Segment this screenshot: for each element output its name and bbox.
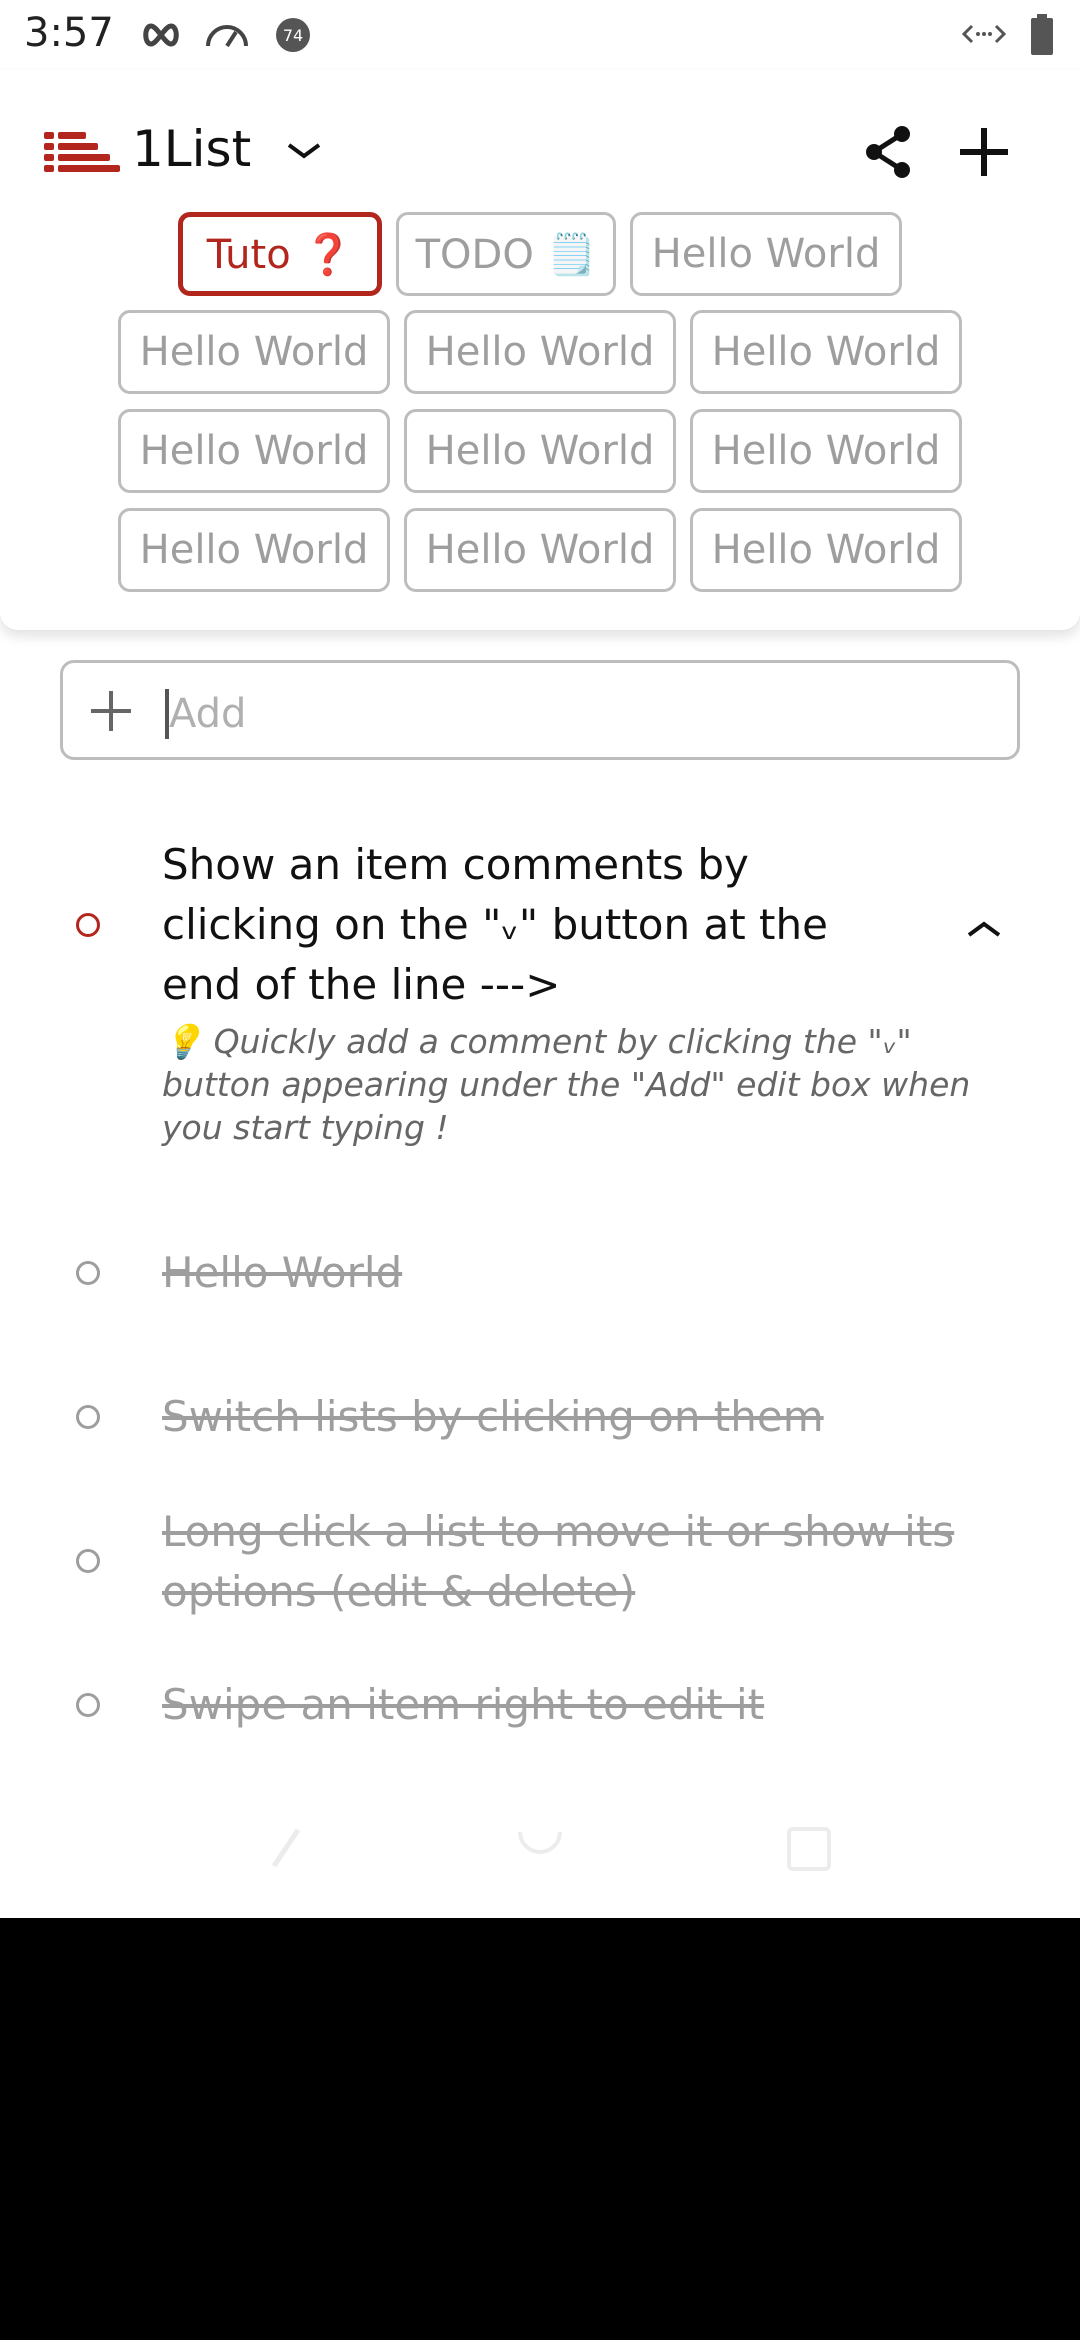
app-screen: 3:57 74 1List Tuto ❓ TODO 🗒️ Hello World…: [0, 0, 1080, 1918]
item-text[interactable]: Hello World: [162, 1243, 402, 1303]
list-tab-label: Hello World: [711, 428, 941, 474]
list-tab-todo[interactable]: TODO 🗒️: [396, 212, 616, 296]
item-checkbox[interactable]: [76, 1261, 100, 1285]
chevron-up-icon[interactable]: [966, 918, 1002, 940]
list-lines-icon: [44, 132, 120, 172]
item-checkbox[interactable]: [76, 1405, 100, 1429]
item-checkbox[interactable]: [76, 1693, 100, 1717]
list-tab-hello-world[interactable]: Hello World: [404, 508, 676, 592]
list-tab-label: Hello World: [425, 527, 655, 573]
list-tab-label: Hello World: [711, 527, 941, 573]
list-tab-hello-world[interactable]: Hello World: [690, 508, 962, 592]
list-tab-label: Tuto ❓: [206, 231, 354, 278]
speedometer-icon: [206, 25, 248, 48]
add-list-plus-icon[interactable]: [958, 126, 1010, 178]
list-tab-label: Hello World: [711, 329, 941, 375]
lists-header: 1List Tuto ❓ TODO 🗒️ Hello World Hello W…: [0, 70, 1080, 630]
list-tab-label: Hello World: [139, 428, 369, 474]
add-item-box[interactable]: [60, 660, 1020, 760]
list-tab-hello-world[interactable]: Hello World: [630, 212, 902, 296]
list-tab-hello-world[interactable]: Hello World: [118, 310, 390, 394]
infinity-icon: [143, 23, 179, 47]
item-text[interactable]: Switch lists by clicking on them: [162, 1387, 824, 1447]
item-text-line: Long click a list to move it or show its: [162, 1507, 955, 1556]
app-title[interactable]: 1List: [132, 120, 251, 178]
list-tab-label: TODO 🗒️: [415, 231, 597, 278]
status-time: 3:57: [24, 10, 114, 56]
item-text[interactable]: Swipe an item right to edit it: [162, 1675, 764, 1735]
list-tab-hello-world[interactable]: Hello World: [690, 409, 962, 493]
list-tab-label: Hello World: [651, 231, 881, 277]
item-text-line: end of the line --->: [162, 960, 561, 1009]
status-bar: 3:57 74: [0, 0, 1080, 70]
list-tab-label: Hello World: [425, 329, 655, 375]
list-tab-hello-world[interactable]: Hello World: [118, 409, 390, 493]
item-text-line: clicking on the "ᵥ" button at the: [162, 900, 828, 949]
list-tab-hello-world[interactable]: Hello World: [690, 310, 962, 394]
notification-badge-icon: 74: [276, 18, 310, 52]
list-tab-hello-world[interactable]: Hello World: [404, 409, 676, 493]
item-checkbox[interactable]: [76, 1549, 100, 1573]
item-text-line: options (edit & delete): [162, 1567, 636, 1616]
battery-icon: [1031, 14, 1053, 55]
item-checkbox[interactable]: [76, 913, 100, 937]
list-tab-label: Hello World: [139, 527, 369, 573]
list-tab-label: Hello World: [425, 428, 655, 474]
badge-number: 74: [282, 25, 304, 45]
item-text[interactable]: Long click a list to move it or show its…: [162, 1502, 954, 1622]
list-tab-hello-world[interactable]: Hello World: [404, 310, 676, 394]
share-icon[interactable]: [862, 124, 914, 180]
item-text[interactable]: Show an item comments by clicking on the…: [162, 835, 828, 1015]
list-tab-tuto[interactable]: Tuto ❓: [178, 212, 382, 296]
item-comment: 💡 Quickly add a comment by clicking the …: [162, 1022, 971, 1147]
recents-nav-icon[interactable]: [786, 1826, 832, 1872]
item-text-line: Show an item comments by: [162, 840, 749, 889]
data-transfer-icon: [962, 24, 1006, 44]
list-tab-label: Hello World: [139, 329, 369, 375]
add-item-input[interactable]: [167, 677, 991, 751]
list-tab-hello-world[interactable]: Hello World: [118, 508, 390, 592]
plus-icon[interactable]: [89, 689, 133, 733]
chevron-down-icon[interactable]: [286, 140, 322, 162]
home-nav-icon[interactable]: [516, 1828, 564, 1868]
back-nav-icon[interactable]: [268, 1826, 304, 1870]
